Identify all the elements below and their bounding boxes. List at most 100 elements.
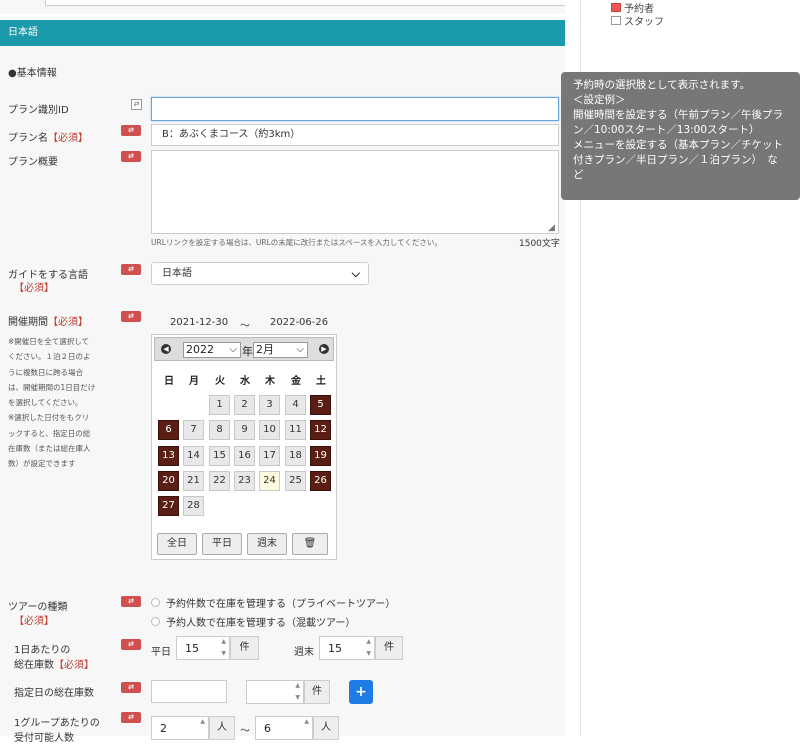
prev-month-icon[interactable]: ◀ (161, 344, 171, 354)
tooltip: 予約時の選択肢として表示されます。 ＜設定例＞ 開催時間を設定する（午前プラン／… (561, 72, 800, 200)
weekday-stock-stepper[interactable]: 15 ▲ ▼ (176, 636, 230, 660)
weekday-header: 水 (240, 376, 250, 387)
year-value: 2022 (186, 343, 214, 356)
tour-type-label: ツアーの種類 (8, 602, 68, 613)
required-mark: 【必須】 (14, 283, 54, 294)
chevron-down-icon: ⌵ (229, 344, 237, 355)
calendar-day[interactable]: 12 (310, 420, 331, 440)
increment-icon[interactable]: ▲ (366, 638, 371, 645)
required-mark: 【必須】 (54, 660, 94, 671)
decrement-icon[interactable]: ▼ (221, 650, 226, 657)
calendar-day[interactable]: 9 (234, 420, 255, 440)
calendar-day[interactable]: 11 (285, 420, 306, 440)
plan-name-input[interactable]: B：あぶくまコース（約3km） (151, 124, 559, 146)
shared-tour-radio[interactable] (151, 617, 160, 626)
calendar-day[interactable]: 10 (259, 420, 280, 440)
note-line: ックすると、指定日の総 (8, 428, 91, 438)
calendar-day[interactable]: 5 (310, 395, 331, 415)
calendar-day[interactable]: 26 (310, 471, 331, 491)
weekend-stock-stepper[interactable]: 15 ▲ ▼ (319, 636, 375, 660)
increment-icon[interactable]: ▲ (221, 638, 226, 645)
weekday-header: 火 (215, 376, 225, 387)
trash-icon[interactable]: 🗑 (292, 533, 328, 555)
auto-translate-icon[interactable]: ⇄ (121, 264, 141, 275)
calendar-day[interactable]: 21 (183, 471, 204, 491)
calendar-day[interactable]: 24 (259, 471, 280, 491)
calendar-day[interactable]: 15 (209, 446, 230, 466)
next-month-icon[interactable]: ▶ (319, 344, 329, 354)
calendar-day[interactable]: 20 (158, 471, 179, 491)
unit-label: 件 (304, 680, 330, 704)
calendar-day[interactable]: 7 (183, 420, 204, 440)
weekday-header: 月 (189, 376, 199, 387)
unit-label: 件 (375, 636, 403, 660)
basic-info-heading: ●基本情報 (8, 68, 57, 79)
calendar-day[interactable]: 27 (158, 496, 179, 516)
calendar-day[interactable]: 16 (234, 446, 255, 466)
calendar-day[interactable]: 28 (183, 496, 204, 516)
month-value: 2月 (256, 343, 274, 356)
increment-icon[interactable]: ▲ (295, 682, 300, 689)
calendar-day[interactable]: 18 (285, 446, 306, 466)
auto-translate-icon[interactable]: ⇄ (121, 682, 141, 693)
auto-translate-icon[interactable]: ⇄ (121, 311, 141, 322)
weekday-header: 日 (164, 376, 174, 387)
calendar-day[interactable]: 25 (285, 471, 306, 491)
calendar-day[interactable]: 19 (310, 446, 331, 466)
calendar-day[interactable]: 23 (234, 471, 255, 491)
calendar-day[interactable]: 6 (158, 420, 179, 440)
select-all-button[interactable]: 全日 (157, 533, 197, 555)
chevron-down-icon: ⌵ (351, 267, 360, 280)
translate-icon[interactable]: ⇄ (131, 99, 142, 110)
auto-translate-icon[interactable]: ⇄ (121, 596, 141, 607)
date-stock-stepper[interactable]: ▲ ▼ (246, 680, 304, 704)
weekend-label: 週末 (294, 647, 314, 658)
auto-translate-icon[interactable]: ⇄ (121, 712, 141, 723)
calendar-day[interactable]: 14 (183, 446, 204, 466)
year-select[interactable]: 2022 ⌵ (183, 342, 241, 358)
sidebar-item-staff[interactable]: スタッフ (611, 13, 664, 28)
resize-handle-icon[interactable]: ◢ (548, 223, 555, 233)
auto-translate-icon[interactable]: ⇄ (121, 151, 141, 162)
daily-stock-label-2: 総在庫数 (14, 660, 54, 671)
month-select[interactable]: 2月 ⌵ (253, 342, 308, 358)
image-icon (611, 16, 621, 25)
period-label-wrap: 開催期間【必須】 (8, 313, 88, 328)
weekday-header: 木 (265, 376, 275, 387)
decrement-icon[interactable]: ▼ (295, 694, 300, 701)
shared-tour-option[interactable]: 予約人数で在庫を管理する（混載ツアー） (166, 614, 355, 629)
select-weekends-button[interactable]: 週末 (247, 533, 287, 555)
guide-language-select[interactable]: 日本語 ⌵ (151, 262, 369, 285)
calendar-day[interactable]: 2 (234, 395, 255, 415)
section-header: 日本語 (0, 20, 565, 46)
calendar-day[interactable]: 22 (209, 471, 230, 491)
calendar-day[interactable]: 1 (209, 395, 230, 415)
min-people-stepper[interactable]: 2 ▲ (151, 716, 209, 740)
max-people-stepper[interactable]: 6 ▲ (255, 716, 313, 740)
calendar-day[interactable]: 17 (259, 446, 280, 466)
stepper-value: 6 (264, 722, 271, 735)
decrement-icon[interactable]: ▼ (366, 650, 371, 657)
auto-translate-icon[interactable]: ⇄ (121, 125, 141, 136)
calendar-day[interactable]: 3 (259, 395, 280, 415)
calendar-day[interactable]: 13 (158, 446, 179, 466)
select-weekdays-button[interactable]: 平日 (202, 533, 242, 555)
add-date-stock-button[interactable]: + (349, 680, 373, 704)
increment-icon[interactable]: ▲ (304, 718, 309, 725)
note-line: 数）が設定できます (8, 459, 76, 469)
auto-translate-icon[interactable]: ⇄ (121, 639, 141, 650)
plan-summary-label: プラン概要 (8, 157, 58, 168)
private-tour-option[interactable]: 予約件数で在庫を管理する（プライベートツアー） (166, 595, 395, 610)
char-limit: 1500文字 (519, 239, 560, 249)
increment-icon[interactable]: ▲ (200, 718, 205, 725)
calendar-day[interactable]: 8 (209, 420, 230, 440)
private-tour-radio[interactable] (151, 598, 160, 607)
weekday-header: 土 (316, 376, 326, 387)
chevron-down-icon: ⌵ (296, 344, 304, 355)
url-hint: URLリンクを設定する場合は、URLの末尾に改行またはスペースを入力してください… (151, 238, 442, 247)
selected-language: 日本語 (162, 268, 192, 279)
date-stock-input[interactable] (151, 680, 227, 703)
calendar-day[interactable]: 4 (285, 395, 306, 415)
plan-id-input[interactable] (151, 97, 559, 121)
plan-summary-textarea[interactable] (151, 150, 559, 234)
